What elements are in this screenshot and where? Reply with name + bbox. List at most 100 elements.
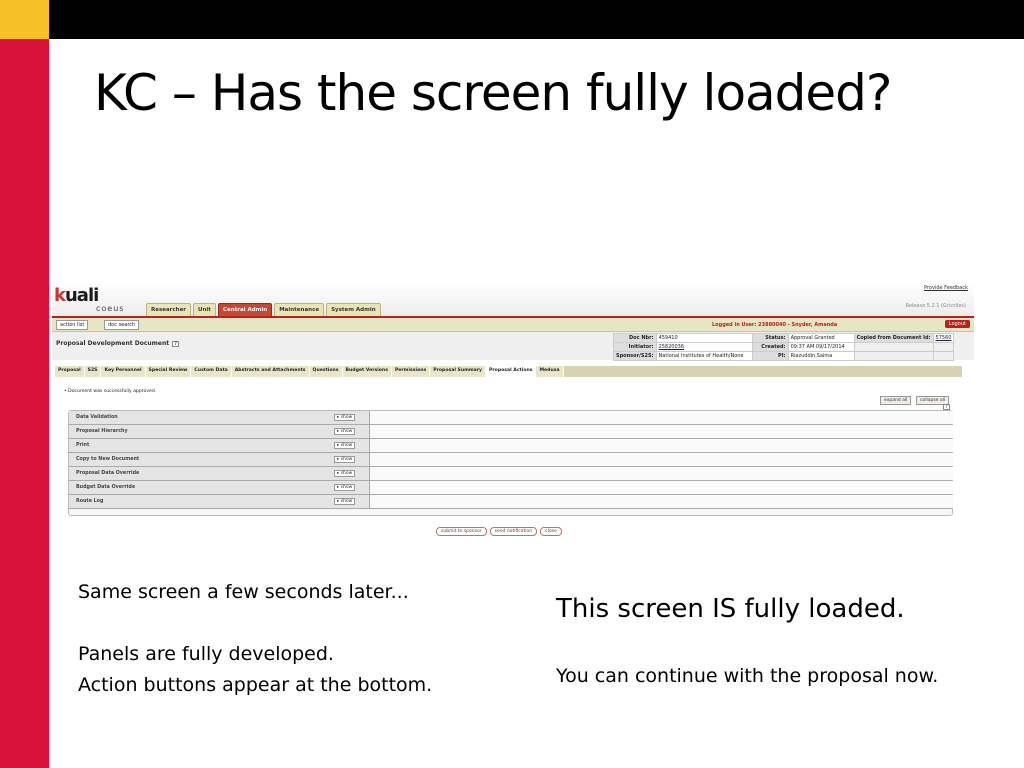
status-label: Status: [751, 333, 789, 343]
panel-title: Copy to New Document [76, 457, 140, 462]
panel-proposal-data-override: Proposal Data Override ▸ show [69, 467, 953, 481]
doc-search-button[interactable]: doc search [104, 320, 140, 330]
empty-value-2 [932, 351, 955, 361]
app-screenshot: kuali coeus Provide Feedback Release 5.2… [52, 283, 974, 545]
panel-tab-body [369, 467, 953, 480]
sponsor-value: National Institutes of Health/None [655, 351, 753, 361]
copied-doc-link[interactable]: 57560 [936, 335, 952, 341]
panel-title: Route Log [76, 499, 104, 504]
logged-in-user: Logged in User: 23880040 - Snyder, Amand… [712, 322, 838, 328]
tab-central-admin[interactable]: Central Admin [217, 303, 273, 316]
show-button[interactable]: ▸ show [334, 484, 356, 491]
show-label: show [340, 415, 353, 420]
tab-special-review[interactable]: Special Review [145, 366, 192, 377]
tab-medusa[interactable]: Medusa [536, 366, 564, 377]
left-caption-line2: Panels are fully developed. [78, 643, 334, 665]
created-label: Created: [751, 342, 789, 352]
tab-proposal[interactable]: Proposal [55, 366, 85, 377]
pi-value: Riazuddin,Saima [787, 351, 855, 361]
doc-nbr-value: 459410 [655, 333, 753, 343]
corner-accent [0, 0, 49, 39]
release-label: Release 5.2.1 (Grizzlies) [905, 303, 966, 309]
toolbar: action list doc search Logged in User: 2… [52, 318, 974, 332]
panel-tab-body [369, 495, 953, 508]
coeus-logo-text: coeus [96, 304, 125, 313]
show-button[interactable]: ▸ show [334, 428, 356, 435]
left-caption-line3: Action buttons appear at the bottom. [78, 674, 433, 696]
initiator-value: 25820036 [655, 342, 753, 352]
document-info-table: Doc Nbr: 459410 Status: Approval Granted… [613, 333, 955, 361]
doc-nbr-label: Doc Nbr: [613, 333, 657, 343]
show-label: show [340, 499, 353, 504]
tab-proposal-summary[interactable]: Proposal Summary [430, 366, 487, 377]
tab-unit[interactable]: Unit [193, 303, 216, 316]
empty-label [853, 342, 934, 352]
panel-tab-body [369, 439, 953, 452]
copied-label: Copied from Document Id: [853, 333, 934, 343]
show-button[interactable]: ▸ show [334, 456, 356, 463]
sponsor-label: Sponsor/S2S: [613, 351, 657, 361]
copied-value: 57560 [932, 333, 955, 343]
panel-tab-body [369, 481, 953, 494]
show-button[interactable]: ▸ show [334, 498, 356, 505]
success-message-text: Document was successfully approved. [68, 389, 157, 394]
tab-custom-data[interactable]: Custom Data [191, 366, 232, 377]
right-caption-body: You can continue with the proposal now. [556, 665, 939, 687]
panel-title: Proposal Data Override [76, 471, 140, 476]
help-icon[interactable]: ? [172, 341, 180, 347]
slide: KC – Has the screen fully loaded? kuali … [0, 0, 1024, 768]
logout-button[interactable]: Logout [944, 320, 970, 328]
top-tabs: Researcher Unit Central Admin Maintenanc… [146, 303, 381, 316]
action-buttons: submit to sponsor send notification clos… [436, 527, 562, 536]
tab-budget-versions[interactable]: Budget Versions [342, 366, 392, 377]
initiator-label: Initiator: [613, 342, 657, 352]
empty-value [932, 342, 955, 352]
tab-system-admin[interactable]: System Admin [326, 303, 381, 316]
close-button[interactable]: close [540, 527, 562, 536]
tab-s2s[interactable]: S2S [84, 366, 102, 377]
show-button[interactable]: ▸ show [334, 442, 356, 449]
action-list-button[interactable]: action list [56, 320, 89, 330]
show-label: show [340, 457, 353, 462]
initiator-link[interactable]: 25820036 [659, 344, 684, 350]
tab-abstracts-attachments[interactable]: Abstracts and Attachments [231, 366, 310, 377]
panel-title: Budget Data Override [76, 485, 136, 490]
show-button[interactable]: ▸ show [334, 414, 356, 421]
right-caption-heading: This screen IS fully loaded. [556, 594, 905, 624]
tab-maintenance[interactable]: Maintenance [274, 303, 325, 316]
panel-tab-body [369, 453, 953, 466]
show-button[interactable]: ▸ show [334, 470, 356, 477]
panel-route-log: Route Log ▸ show [69, 495, 953, 509]
tab-proposal-actions[interactable]: Proposal Actions [486, 366, 537, 377]
panel-proposal-hierarchy: Proposal Hierarchy ▸ show [69, 425, 953, 439]
tab-key-personnel[interactable]: Key Personnel [101, 366, 146, 377]
panel-title: Data Validation [76, 415, 118, 420]
tab-questions[interactable]: Questions [309, 366, 343, 377]
action-panels: Data Validation ▸ show Proposal Hierarch… [68, 410, 953, 516]
expand-all-button[interactable]: expand all [880, 396, 912, 405]
show-label: show [340, 443, 353, 448]
left-caption-line1: Same screen a few seconds later... [78, 581, 409, 603]
panel-title: Print [76, 443, 90, 448]
tab-researcher[interactable]: Researcher [146, 303, 192, 316]
top-bar [0, 0, 1024, 39]
panel-data-validation: Data Validation ▸ show [69, 411, 953, 425]
submit-to-sponsor-button[interactable]: submit to sponsor [436, 527, 487, 536]
document-title: Proposal Development Document? [56, 340, 180, 347]
show-label: show [340, 485, 353, 490]
feedback-link[interactable]: Provide Feedback [924, 285, 968, 291]
panel-print: Print ▸ show [69, 439, 953, 453]
panel-budget-data-override: Budget Data Override ▸ show [69, 481, 953, 495]
slide-title: KC – Has the screen fully loaded? [94, 64, 892, 122]
send-notification-button[interactable]: send notification [489, 527, 538, 536]
document-header: Proposal Development Document? Doc Nbr: … [52, 332, 974, 361]
show-label: show [340, 471, 353, 476]
created-value: 09:37 AM 09/17/2014 [787, 342, 855, 352]
kuali-logo: kuali [54, 285, 99, 306]
success-message: • Document was successfully approved. [64, 389, 157, 394]
panel-tab-body [369, 425, 953, 438]
panel-tab-body [369, 411, 953, 424]
tab-permissions[interactable]: Permissions [391, 366, 431, 377]
show-label: show [340, 429, 353, 434]
document-title-text: Proposal Development Document [56, 340, 170, 347]
